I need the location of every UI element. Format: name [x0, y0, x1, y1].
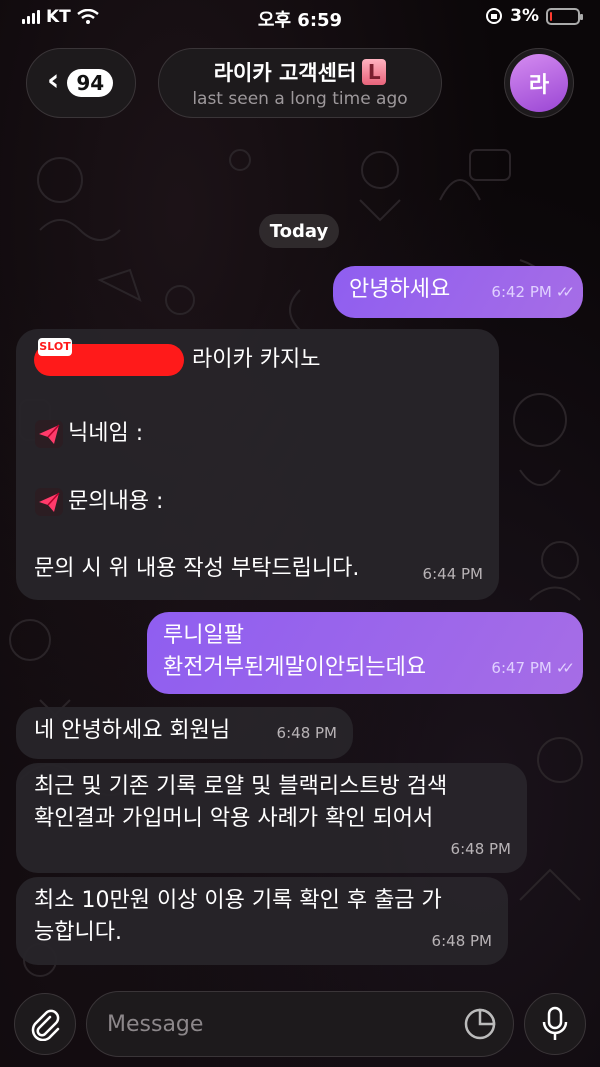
- message-incoming[interactable]: 최소 10만원 이상 이용 기록 확인 후 출금 가 능합니다. 6:48 PM: [16, 877, 508, 965]
- battery-group: 3%: [485, 6, 583, 26]
- paper-plane-icon: [35, 420, 63, 448]
- microphone-icon: [542, 1006, 568, 1040]
- slot-machine-icon: SLOT: [38, 338, 72, 356]
- avatar: 라: [510, 54, 568, 112]
- back-button[interactable]: ‹ 94: [26, 48, 136, 118]
- chat-title: 라이카 고객센터 L: [214, 57, 387, 87]
- message-time: 6:48 PM: [431, 932, 492, 950]
- message-line: 능합니다.: [34, 920, 122, 945]
- message-incoming[interactable]: 최근 및 기존 기록 로얄 및 블랙리스트방 검색 확인결과 가입머니 악용 사…: [16, 763, 527, 873]
- form-field-row: 문의내용 :: [34, 485, 481, 519]
- brand-row: SLOT 라이카 카지노: [34, 337, 481, 383]
- message-time: 6:48 PM: [450, 840, 511, 858]
- message-incoming[interactable]: 네 안녕하세요 회원님 6:48 PM: [16, 707, 353, 759]
- paperclip-icon: [31, 1009, 60, 1041]
- message-time: 6:48 PM: [276, 724, 337, 742]
- double-check-icon: ✓✓: [555, 283, 575, 301]
- message-line: 최소 10만원 이상 이용 기록 확인 후 출금 가: [34, 888, 442, 913]
- unread-badge: 94: [67, 69, 114, 97]
- chat-title-text: 라이카 고객센터: [213, 61, 357, 85]
- message-input[interactable]: [107, 1006, 447, 1042]
- message-line: 최근 및 기존 기록 로얄 및 블랙리스트방 검색: [34, 774, 448, 799]
- message-text: 문의 시 위 내용 작성 부탁드립니다.: [34, 556, 360, 581]
- brand-name: 라이카 카지노: [192, 347, 321, 372]
- battery-percent: 3%: [510, 6, 539, 26]
- chevron-left-icon: ‹: [47, 63, 60, 98]
- message-meta: 6:42 PM ✓✓: [491, 276, 575, 308]
- attach-button[interactable]: [14, 993, 76, 1055]
- message-line: 확인결과 가입머니 악용 사례가 확인 되어서: [34, 806, 434, 831]
- message-time: 6:47 PM: [491, 659, 552, 677]
- message-time: 6:42 PM: [491, 283, 552, 301]
- voice-record-button[interactable]: [524, 993, 586, 1055]
- message-outgoing[interactable]: 안녕하세요 6:42 PM ✓✓: [333, 266, 583, 318]
- letter-l-emoji-icon: L: [362, 59, 387, 85]
- orientation-lock-icon: [486, 8, 503, 24]
- date-separator: Today: [259, 214, 339, 248]
- chat-title-pill[interactable]: 라이카 고객센터 L last seen a long time ago: [158, 48, 442, 118]
- double-check-icon: ✓✓: [555, 659, 575, 677]
- nickname-field-label: 닉네임 :: [68, 421, 144, 446]
- message-outgoing[interactable]: 루니일팔 환전거부된게말이안되는데요 6:47 PM ✓✓: [147, 612, 583, 694]
- battery-fill: [550, 11, 552, 21]
- message-incoming[interactable]: SLOT 라이카 카지노 닉네임 : 문의내용 : 문의 시 위 내용 작성 부…: [16, 329, 499, 600]
- battery-icon: [546, 7, 583, 25]
- status-bar: KT 오후 6:59 3%: [0, 0, 600, 36]
- contact-avatar-button[interactable]: 라: [504, 48, 574, 118]
- message-line: 루니일팔: [163, 623, 244, 648]
- sticker-icon[interactable]: [463, 1007, 497, 1041]
- redacted-brand-banner: SLOT: [34, 338, 184, 376]
- form-field-row: 닉네임 :: [34, 417, 481, 451]
- inquiry-field-label: 문의내용 :: [68, 489, 164, 514]
- message-time: 6:44 PM: [422, 565, 483, 583]
- message-input-container[interactable]: [86, 991, 514, 1057]
- last-seen-status: last seen a long time ago: [192, 89, 408, 109]
- message-text: 네 안녕하세요 회원님: [34, 718, 231, 743]
- paper-plane-icon: [35, 488, 63, 516]
- message-text: 안녕하세요: [349, 277, 451, 302]
- message-meta: 6:47 PM ✓✓: [491, 652, 575, 684]
